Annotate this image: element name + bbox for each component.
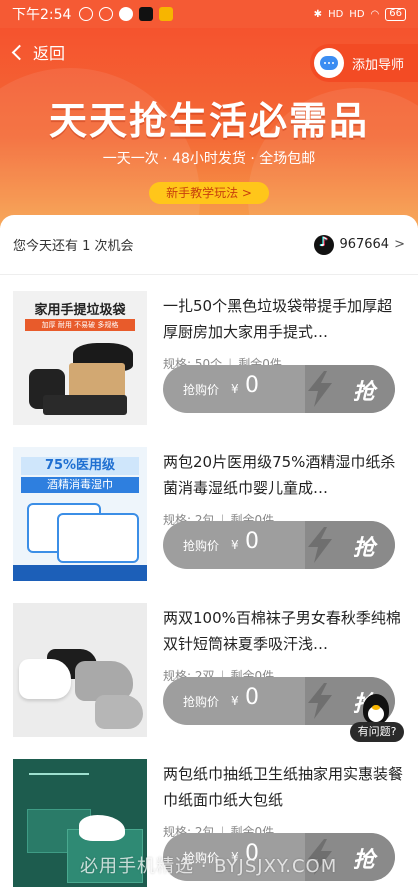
promo-banner: 返回 添加导师 天天抢生活必需品 一天一次 · 48小时发货 · 全场包邮 新手…	[0, 28, 418, 228]
lightning-icon	[308, 527, 332, 563]
stack-shape	[43, 395, 127, 415]
logo-shape	[29, 773, 89, 783]
chat-bubble-icon	[313, 48, 344, 78]
grab-button[interactable]: 抢购价 ¥ 0 抢	[163, 521, 395, 569]
signal-icon-1: HD	[328, 8, 344, 20]
watermark: 必用手机精选 · BYJSJXY.COM	[80, 856, 338, 877]
penguin-beak	[372, 705, 380, 710]
thumb-tag: 加厚 耐用 不易破 多规格	[25, 319, 135, 331]
status-bar: 下午2:54 ✱ HD HD ◠ 66	[0, 0, 418, 28]
product-item[interactable]: 家用手提垃圾袋 加厚 耐用 不易破 多规格 一扎50个黑色垃圾袋带提手加厚超厚厨…	[0, 275, 418, 431]
currency-symbol: ¥	[231, 538, 239, 552]
notification-icons	[79, 7, 174, 21]
product-item[interactable]: 75%医用级 酒精消毒湿巾 两包20片医用级75%酒精湿巾纸杀菌消毒湿纸巾婴儿童…	[0, 431, 418, 587]
alarm-icon	[99, 7, 114, 21]
product-name[interactable]: 两包20片医用级75%酒精湿巾纸杀菌消毒湿纸巾婴儿童成…	[163, 449, 403, 501]
battery-icon: 66	[385, 7, 406, 21]
price-label: 抢购价	[183, 695, 220, 709]
product-name[interactable]: 两包纸巾抽纸卫生纸抽家用实惠装餐巾纸面巾纸大包纸	[163, 761, 403, 813]
product-info: 两双100%百棉袜子男女春秋季纯棉双针短筒袜夏季吸汗浅… 规格: 2双 | 剩余…	[163, 605, 403, 684]
grab-label: 抢	[352, 536, 375, 561]
coin-count: 967664	[339, 237, 390, 252]
grab-label: 抢	[352, 848, 375, 873]
back-label: 返回	[33, 44, 66, 63]
grab-label: 抢	[352, 380, 375, 405]
product-info: 两包纸巾抽纸卫生纸抽家用实惠装餐巾纸面巾纸大包纸 规格: 2包 | 剩余0件	[163, 761, 403, 840]
wifi-icon: ◠	[370, 8, 380, 20]
product-image[interactable]: 家用手提垃圾袋 加厚 耐用 不易破 多规格	[13, 291, 147, 425]
thumb-caption: 家用手提垃圾袋	[34, 303, 126, 318]
thumb-caption: 75%医用级	[21, 457, 139, 475]
tissue-shape	[79, 815, 125, 841]
content-card: 您今天还有 1 次机会 967664 > 家用手提垃圾袋 加厚 耐用 不易破 多…	[0, 215, 418, 887]
grab-button[interactable]: 抢购价 ¥ 0 抢	[163, 365, 395, 413]
product-image[interactable]	[13, 603, 147, 737]
tiktok-app-icon	[139, 7, 154, 21]
sock-shape	[19, 659, 71, 699]
lightning-icon	[308, 683, 332, 719]
chevron-right-icon: >	[394, 237, 405, 252]
price-label: 抢购价	[183, 539, 220, 553]
help-label: 有问题?	[350, 722, 404, 742]
banner-title: 天天抢生活必需品	[48, 99, 369, 143]
currency-symbol: ¥	[231, 694, 239, 708]
price-value: 0	[245, 529, 259, 554]
chance-text: 您今天还有 1 次机会	[13, 239, 134, 254]
chance-row: 您今天还有 1 次机会 967664 >	[0, 215, 418, 275]
mentor-label: 添加导师	[351, 57, 404, 73]
currency-symbol: ¥	[231, 382, 239, 396]
add-mentor-button[interactable]: 添加导师	[309, 44, 418, 82]
signal-icon-2: HD	[349, 8, 365, 20]
mute-icon	[79, 7, 94, 21]
product-info: 一扎50个黑色垃圾袋带提手加厚超厚厨房加大家用手提式… 规格: 50个 | 剩余…	[163, 293, 403, 372]
notes-app-icon	[159, 7, 174, 21]
system-icons: ✱ HD HD ◠ 66	[313, 7, 406, 21]
price-label: 抢购价	[183, 383, 220, 397]
lightning-icon	[308, 371, 332, 407]
bluetooth-icon: ✱	[313, 8, 323, 20]
pack-shape	[57, 513, 139, 563]
chevron-left-icon	[11, 44, 28, 60]
product-name[interactable]: 两双100%百棉袜子男女春秋季纯棉双针短筒袜夏季吸汗浅…	[163, 605, 403, 657]
help-button[interactable]: 有问题?	[348, 694, 406, 752]
wechat-icon	[119, 7, 134, 21]
back-button[interactable]: 返回	[11, 40, 66, 64]
banner-subtitle: 一天一次 · 48小时发货 · 全场包邮	[102, 151, 316, 167]
status-time: 下午2:54	[12, 7, 72, 23]
coin-balance[interactable]: 967664 >	[314, 234, 405, 255]
thumb-tag: 酒精消毒湿巾	[21, 477, 139, 493]
sock-shape	[95, 695, 143, 729]
product-name[interactable]: 一扎50个黑色垃圾袋带提手加厚超厚厨房加大家用手提式…	[163, 293, 403, 345]
price-value: 0	[245, 685, 259, 710]
product-info: 两包20片医用级75%酒精湿巾纸杀菌消毒湿纸巾婴儿童成… 规格: 2包 | 剩余…	[163, 449, 403, 528]
tiktok-icon	[314, 234, 335, 255]
band-shape	[13, 565, 147, 581]
price-value: 0	[245, 373, 259, 398]
product-image[interactable]: 75%医用级 酒精消毒湿巾	[13, 447, 147, 581]
tutorial-button[interactable]: 新手教学玩法 >	[149, 182, 269, 204]
